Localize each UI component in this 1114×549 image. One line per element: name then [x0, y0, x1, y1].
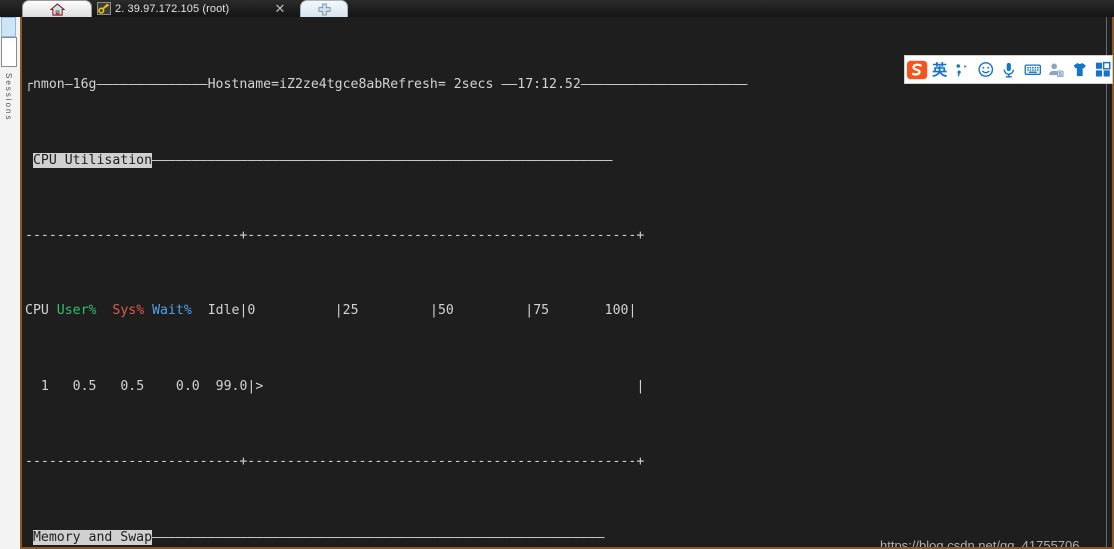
cpu-col-idle: Idle: [207, 303, 240, 319]
cpu-section-title: CPU Utilisation: [32, 152, 153, 168]
cpu-bar: |>: [247, 378, 264, 394]
cpu-rule-bottom: ---------------------------+------------…: [25, 454, 748, 469]
cpu-idle: 99.0: [215, 378, 248, 394]
cpu-scale: |0 |25 |50 |75 100|: [239, 303, 637, 319]
session-manager-panel[interactable]: Sessions: [0, 17, 21, 549]
ime-mode-label[interactable]: 英: [932, 59, 947, 80]
session-tab-label: 2. 39.97.172.105 (root): [115, 2, 230, 15]
cpu-col-wait: Wait%: [152, 303, 192, 319]
cpu-header-row: CPU User% Sys% Wait% Idle|0 |25 |50 |75 …: [25, 303, 748, 318]
cpu-wait: 0.0: [175, 378, 200, 394]
watermark: https://blog.csdn.net/qq_41755706: [880, 538, 1080, 549]
cpu-sys: 0.5: [120, 378, 145, 394]
cpu-title-rule: ————————————————————————————————————————…: [152, 152, 613, 168]
new-tab-button[interactable]: [300, 0, 348, 18]
skin-icon[interactable]: [1071, 60, 1089, 79]
scrollbar-track[interactable]: [1106, 17, 1107, 547]
terminal-application-window: 2. 39.97.172.105 (root) ✕ Sessions ┌nmon…: [0, 0, 1114, 549]
cpu-rule-bottom-text: ---------------------------+------------…: [25, 454, 645, 470]
sogou-logo-icon[interactable]: [906, 58, 928, 82]
cpu-bar-end: |: [636, 378, 645, 394]
home-tab[interactable]: [22, 0, 92, 18]
cpu-rule-top-text: ---------------------------+------------…: [25, 228, 645, 244]
voice-input-icon[interactable]: [1000, 60, 1018, 79]
cpu-id: 1: [40, 378, 49, 394]
cpu-user: 0.5: [72, 378, 97, 394]
emoji-icon[interactable]: [977, 60, 995, 79]
plus-icon: [317, 3, 331, 16]
cpu-data-row: 1 0.5 0.5 0.0 99.0|> |: [25, 379, 748, 394]
close-tab-button[interactable]: ✕: [273, 2, 287, 16]
cpu-rule-top: ---------------------------+------------…: [25, 228, 748, 243]
panel-vertical-label: Sessions: [4, 73, 13, 122]
nmon-output: ┌nmon—16g——————————————Hostname=iZ2ze4tg…: [25, 17, 748, 547]
cpu-section-title-row: CPU Utilisation—————————————————————————…: [25, 152, 748, 168]
memory-section-title: Memory and Swap: [32, 529, 153, 545]
soft-keyboard-icon[interactable]: [1024, 60, 1042, 79]
nmon-header-text: ┌nmon—16g——————————————Hostname=iZ2ze4tg…: [25, 77, 748, 93]
key-icon: [97, 2, 111, 15]
tab-bar: 2. 39.97.172.105 (root) ✕: [0, 0, 1114, 18]
panel-collapse-box[interactable]: [1, 37, 17, 67]
panel-tab-indicator[interactable]: [1, 17, 16, 37]
ime-toolbar[interactable]: 英 5: [904, 55, 1113, 84]
user-center-icon[interactable]: 5: [1047, 60, 1065, 79]
home-icon: [49, 3, 65, 16]
toolbox-icon[interactable]: [1094, 60, 1112, 79]
memory-title-rule: ————————————————————————————————————————…: [152, 529, 605, 545]
terminal-screen[interactable]: ┌nmon—16g——————————————Hostname=iZ2ze4tg…: [20, 17, 1114, 549]
cpu-col-user: User%: [56, 303, 97, 319]
memory-section-title-row: Memory and Swap—————————————————————————…: [25, 529, 748, 545]
punctuation-icon[interactable]: [953, 60, 971, 79]
session-tab[interactable]: 2. 39.97.172.105 (root): [92, 0, 302, 17]
cpu-col-sys: Sys%: [112, 303, 145, 319]
cpu-col-cpu: CPU: [25, 303, 49, 319]
nmon-header-row: ┌nmon—16g——————————————Hostname=iZ2ze4tg…: [25, 77, 748, 92]
